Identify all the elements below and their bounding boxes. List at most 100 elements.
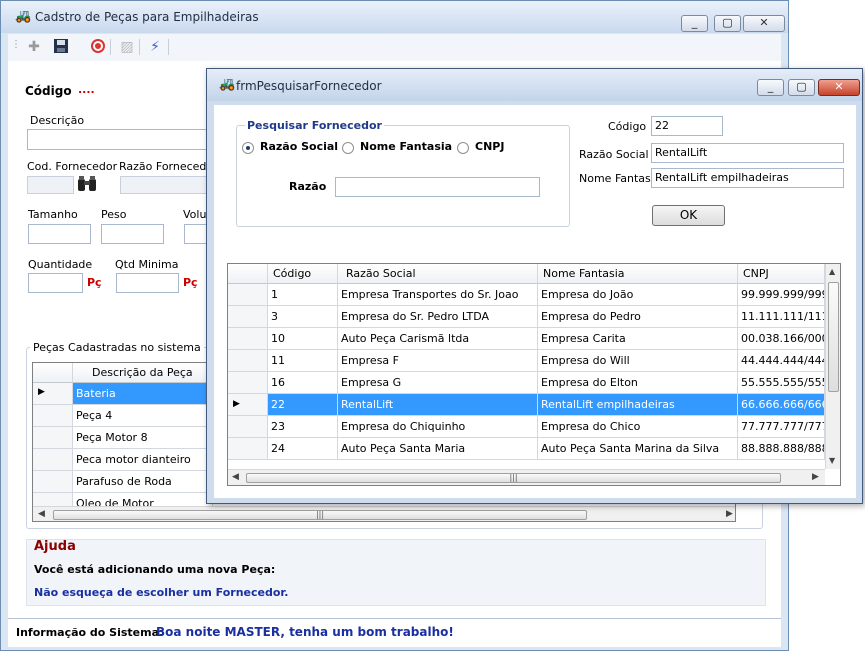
radio-nome-fantasia-label[interactable]: Nome Fantasia bbox=[360, 140, 452, 153]
table-cell-razao[interactable]: Empresa do Sr. Pedro LTDA bbox=[338, 306, 538, 328]
minimize-button[interactable]: _ bbox=[681, 15, 708, 32]
row-header[interactable] bbox=[228, 350, 268, 372]
search-icon[interactable]: ⚡ bbox=[146, 38, 164, 56]
scroll-left-arrow-icon[interactable]: ◀ bbox=[232, 472, 239, 482]
pecas-hscrollbar[interactable]: ◀ ||| ▶ bbox=[33, 506, 735, 521]
fornecedor-vscroll-thumb[interactable] bbox=[828, 282, 839, 392]
table-row[interactable]: Peça Motor 8 bbox=[73, 427, 213, 449]
table-cell-codigo[interactable]: 3 bbox=[268, 306, 338, 328]
toolbar-grip[interactable]: ⋮ bbox=[11, 39, 21, 50]
row-header[interactable] bbox=[33, 427, 73, 449]
row-header[interactable] bbox=[228, 372, 268, 394]
table-cell-cnpj[interactable]: 00.038.166/0002 bbox=[738, 328, 825, 350]
scroll-up-arrow-icon[interactable]: ▲ bbox=[829, 267, 835, 276]
row-header[interactable] bbox=[33, 405, 73, 427]
table-cell-codigo[interactable]: 1 bbox=[268, 284, 338, 306]
table-cell-razao[interactable]: RentalLift bbox=[338, 394, 538, 416]
table-cell-codigo[interactable]: 16 bbox=[268, 372, 338, 394]
quantidade-input[interactable] bbox=[28, 273, 83, 293]
table-cell-codigo[interactable]: 24 bbox=[268, 438, 338, 460]
radio-cnpj-label[interactable]: CNPJ bbox=[475, 140, 504, 153]
fornecedor-grid[interactable]: Código Razão Social Nome Fantasia CNPJ 1… bbox=[227, 263, 841, 486]
table-cell-razao[interactable]: Auto Peça Santa Maria bbox=[338, 438, 538, 460]
save-icon[interactable] bbox=[52, 38, 70, 56]
row-header[interactable] bbox=[228, 306, 268, 328]
row-header[interactable] bbox=[228, 416, 268, 438]
table-cell-codigo[interactable]: 22 bbox=[268, 394, 338, 416]
table-cell-codigo[interactable]: 11 bbox=[268, 350, 338, 372]
table-cell-cnpj[interactable]: 66.666.666/6666 bbox=[738, 394, 825, 416]
table-cell-fantasia[interactable]: Empresa do Chico bbox=[538, 416, 738, 438]
qtd-minima-unit: Pç bbox=[183, 276, 198, 289]
table-cell-fantasia[interactable]: Auto Peça Santa Marina da Silva bbox=[538, 438, 738, 460]
edit-icon[interactable]: ▨ bbox=[118, 38, 136, 56]
dialog-title-bar[interactable]: 🚜 frmPesquisarFornecedor _ ▢ ✕ bbox=[207, 69, 862, 101]
binoculars-icon[interactable] bbox=[77, 175, 97, 197]
dialog-close-button[interactable]: ✕ bbox=[818, 79, 860, 96]
radio-razao-social[interactable] bbox=[242, 142, 254, 154]
main-title-bar[interactable]: 🚜 Cadstro de Peças para Empilhadeiras _ … bbox=[1, 1, 788, 33]
table-cell-razao[interactable]: Empresa do Chiquinho bbox=[338, 416, 538, 438]
table-cell-cnpj[interactable]: 44.444.444/4444 bbox=[738, 350, 825, 372]
dialog-maximize-button[interactable]: ▢ bbox=[788, 79, 815, 96]
table-cell-codigo[interactable]: 23 bbox=[268, 416, 338, 438]
row-header[interactable] bbox=[228, 438, 268, 460]
razao-search-input[interactable] bbox=[335, 177, 540, 197]
razao-social-field[interactable]: RentalLift bbox=[651, 143, 844, 163]
table-cell-razao[interactable]: Empresa F bbox=[338, 350, 538, 372]
close-button[interactable]: ✕ bbox=[743, 15, 785, 32]
nome-fantasia-field[interactable]: RentalLift empilhadeiras bbox=[651, 168, 844, 188]
table-cell-razao[interactable]: Empresa Transportes do Sr. Joao bbox=[338, 284, 538, 306]
table-cell-razao[interactable]: Auto Peça Carismã ltda bbox=[338, 328, 538, 350]
table-row[interactable]: Peca motor dianteiro bbox=[73, 449, 213, 471]
row-header[interactable] bbox=[228, 328, 268, 350]
row-header[interactable]: ▶ bbox=[228, 394, 268, 416]
table-cell-fantasia[interactable]: Empresa do João bbox=[538, 284, 738, 306]
fornecedor-hscroll-thumb[interactable]: ||| bbox=[246, 473, 781, 483]
scroll-right-arrow-icon[interactable]: ▶ bbox=[726, 509, 733, 519]
peso-input[interactable] bbox=[101, 224, 164, 244]
scroll-left-arrow-icon[interactable]: ◀ bbox=[38, 509, 45, 519]
table-cell-cnpj[interactable]: 88.888.888/8888 bbox=[738, 438, 825, 460]
table-cell-cnpj[interactable]: 11.111.111/1111 bbox=[738, 306, 825, 328]
table-row[interactable]: Peça 4 bbox=[73, 405, 213, 427]
radio-nome-fantasia[interactable] bbox=[342, 142, 354, 154]
row-header[interactable] bbox=[228, 284, 268, 306]
qtd-minima-input[interactable] bbox=[116, 273, 179, 293]
radio-razao-social-label[interactable]: Razão Social bbox=[260, 140, 338, 153]
col-fantasia-header[interactable]: Nome Fantasia bbox=[538, 264, 738, 284]
ok-button[interactable]: OK bbox=[652, 205, 725, 226]
add-icon[interactable]: ✚ bbox=[25, 38, 43, 56]
col-razao-header[interactable]: Razão Social bbox=[338, 264, 538, 284]
table-cell-fantasia[interactable]: Empresa do Will bbox=[538, 350, 738, 372]
fornecedor-hscrollbar[interactable]: ◀ ||| ▶ bbox=[228, 469, 825, 485]
table-cell-fantasia[interactable]: Empresa Carita bbox=[538, 328, 738, 350]
table-cell-cnpj[interactable]: 77.777.777/7777 bbox=[738, 416, 825, 438]
col-cnpj-header[interactable]: CNPJ bbox=[738, 264, 825, 284]
fornecedor-vscrollbar[interactable]: ▲ ▼ bbox=[825, 264, 840, 469]
table-row[interactable]: Bateria bbox=[73, 383, 213, 405]
table-cell-cnpj[interactable]: 55.555.555/5555 bbox=[738, 372, 825, 394]
table-cell-razao[interactable]: Empresa G bbox=[338, 372, 538, 394]
tamanho-input[interactable] bbox=[28, 224, 91, 244]
table-cell-codigo[interactable]: 10 bbox=[268, 328, 338, 350]
descricao-input[interactable] bbox=[27, 129, 217, 150]
table-cell-fantasia[interactable]: RentalLift empilhadeiras bbox=[538, 394, 738, 416]
table-row[interactable]: Parafuso de Roda bbox=[73, 471, 213, 493]
pecas-hscroll-thumb[interactable]: ||| bbox=[53, 510, 587, 520]
table-cell-cnpj[interactable]: 99.999.999/9999 bbox=[738, 284, 825, 306]
scroll-down-arrow-icon[interactable]: ▼ bbox=[829, 456, 835, 465]
col-descricao-header[interactable]: Descrição da Peça bbox=[73, 363, 213, 383]
row-header[interactable] bbox=[33, 471, 73, 493]
codigo-field[interactable]: 22 bbox=[651, 116, 723, 136]
scroll-right-arrow-icon[interactable]: ▶ bbox=[812, 472, 819, 482]
table-cell-fantasia[interactable]: Empresa do Elton bbox=[538, 372, 738, 394]
dialog-minimize-button[interactable]: _ bbox=[757, 79, 784, 96]
row-header[interactable]: ▶ bbox=[33, 383, 73, 405]
maximize-button[interactable]: ▢ bbox=[714, 15, 741, 32]
table-cell-fantasia[interactable]: Empresa do Pedro bbox=[538, 306, 738, 328]
radio-cnpj[interactable] bbox=[457, 142, 469, 154]
cancel-icon[interactable] bbox=[89, 38, 107, 56]
col-codigo-header[interactable]: Código bbox=[268, 264, 338, 284]
row-header[interactable] bbox=[33, 449, 73, 471]
